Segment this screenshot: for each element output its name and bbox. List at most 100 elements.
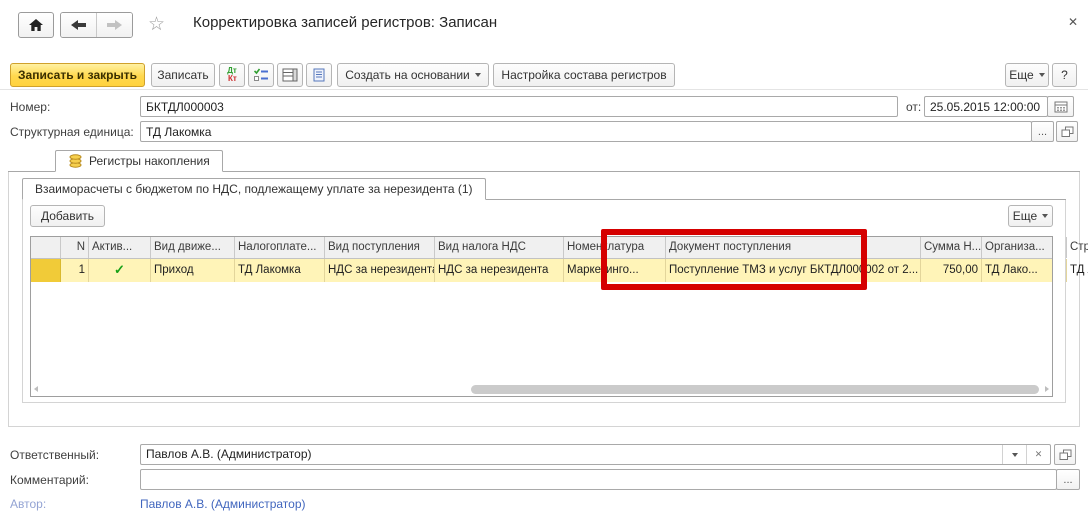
- structural-unit-choose-button[interactable]: ...: [1031, 121, 1054, 142]
- save-label: Записать: [157, 68, 208, 82]
- register-records-table: N Актив... Вид движе... Налогоплате... В…: [30, 236, 1053, 397]
- table-empty-area: [31, 282, 1052, 383]
- add-row-label: Добавить: [41, 209, 94, 223]
- register-composition-button[interactable]: Настройка состава регистров: [493, 63, 675, 87]
- checklist-icon: [253, 68, 269, 82]
- save-and-close-label: Записать и закрыть: [18, 68, 137, 82]
- coins-icon: [68, 154, 83, 168]
- dropdown-arrow-icon: [1042, 214, 1048, 218]
- list-settings-button[interactable]: [277, 63, 303, 87]
- row-marker-cell: [31, 259, 61, 282]
- number-label: Номер:: [10, 100, 50, 114]
- col-n[interactable]: N: [61, 237, 89, 258]
- responsible-clear-button[interactable]: ✕: [1026, 445, 1050, 464]
- back-arrow-icon: [71, 20, 86, 30]
- scroll-left-icon[interactable]: [34, 386, 38, 392]
- document-info-button[interactable]: [306, 63, 332, 87]
- cell-organization[interactable]: ТД Лако...: [982, 259, 1067, 282]
- col-movement-type[interactable]: Вид движе...: [151, 237, 235, 258]
- responsible-open-button[interactable]: [1054, 444, 1076, 465]
- dropdown-arrow-icon: [1039, 73, 1045, 77]
- scroll-right-icon[interactable]: [1045, 386, 1049, 392]
- help-label: ?: [1061, 68, 1068, 82]
- open-form-icon: [1061, 126, 1074, 138]
- dropdown-arrow-icon: [475, 73, 481, 77]
- document-icon: [313, 68, 325, 82]
- col-receipt-document[interactable]: Документ поступления: [666, 237, 921, 258]
- tab-vat-settlements[interactable]: Взаиморасчеты с бюджетом по НДС, подлежа…: [22, 178, 486, 200]
- home-icon: [28, 18, 44, 32]
- calendar-icon: [1054, 100, 1068, 113]
- tab-accumulation-registers-label: Регистры накопления: [89, 154, 210, 168]
- col-vat-type[interactable]: Вид налога НДС: [435, 237, 564, 258]
- open-form-icon: [1059, 449, 1072, 461]
- author-label: Автор:: [10, 497, 46, 511]
- table-header-row: N Актив... Вид движе... Налогоплате... В…: [31, 237, 1052, 259]
- favorite-star-icon[interactable]: ☆: [148, 15, 165, 34]
- cell-nomenclature[interactable]: Маркетинго...: [564, 259, 666, 282]
- date-label: от:: [906, 100, 921, 114]
- cell-active-check-icon[interactable]: ✓: [89, 259, 151, 282]
- list-icon: [282, 68, 298, 82]
- calendar-button[interactable]: [1047, 96, 1074, 117]
- toolbar-separator: [0, 89, 1088, 90]
- more-label: Еще: [1009, 68, 1033, 82]
- help-button[interactable]: ?: [1052, 63, 1077, 87]
- grid-more-label: Еще: [1013, 209, 1037, 223]
- date-input[interactable]: [924, 96, 1048, 117]
- col-nomenclature[interactable]: Номенклатура: [564, 237, 666, 258]
- col-amount[interactable]: Сумма Н...: [921, 237, 982, 258]
- comment-more-button[interactable]: ...: [1056, 469, 1080, 490]
- register-composition-label: Настройка состава регистров: [501, 68, 666, 82]
- grid-more-button[interactable]: Еще: [1008, 205, 1053, 227]
- structural-unit-label: Структурная единица:: [10, 125, 134, 139]
- cell-receipt-type[interactable]: НДС за нерезидента: [325, 259, 435, 282]
- cell-n[interactable]: 1: [61, 259, 89, 282]
- cell-vat-type[interactable]: НДС за нерезидента: [435, 259, 564, 282]
- register-records-adjustment-window: { "header": { "title": "Корректировка за…: [0, 0, 1088, 516]
- responsible-dropdown-button[interactable]: [1002, 445, 1026, 464]
- col-receipt-type[interactable]: Вид поступления: [325, 237, 435, 258]
- save-button[interactable]: Записать: [151, 63, 215, 87]
- responsible-value: Павлов А.В. (Администратор): [141, 445, 1002, 464]
- comment-label: Комментарий:: [10, 473, 89, 487]
- number-input[interactable]: [140, 96, 898, 117]
- cell-amount[interactable]: 750,00: [921, 259, 982, 282]
- create-based-on-label: Создать на основании: [345, 68, 470, 82]
- col-structural-unit[interactable]: Структур...: [1067, 237, 1088, 258]
- col-taxpayer[interactable]: Налогоплате...: [235, 237, 325, 258]
- tab-accumulation-registers[interactable]: Регистры накопления: [55, 150, 223, 172]
- save-and-close-button[interactable]: Записать и закрыть: [10, 63, 145, 87]
- author-link[interactable]: Павлов А.В. (Администратор): [140, 497, 306, 511]
- horizontal-scrollbar-thumb[interactable]: [471, 385, 1039, 394]
- close-icon[interactable]: ✕: [1068, 15, 1078, 29]
- structural-unit-input[interactable]: [140, 121, 1032, 142]
- structural-unit-open-button[interactable]: [1056, 121, 1078, 142]
- dropdown-arrow-icon: [1012, 453, 1018, 457]
- add-row-button[interactable]: Добавить: [30, 205, 105, 227]
- comment-input[interactable]: [140, 469, 1057, 490]
- col-active[interactable]: Актив...: [89, 237, 151, 258]
- cell-receipt-document[interactable]: Поступление ТМЗ и услуг БКТДЛ000002 от 2…: [666, 259, 921, 282]
- dt-kt-icon: Дт Кт: [227, 67, 237, 83]
- table-row[interactable]: 1 ✓ Приход ТД Лакомка НДС за нерезидента…: [31, 259, 1052, 282]
- cell-structural-unit[interactable]: ТД Лако...: [1067, 259, 1088, 282]
- forward-arrow-icon: [107, 20, 122, 30]
- horizontal-scrollbar[interactable]: [31, 383, 1052, 396]
- tab-vat-settlements-label: Взаиморасчеты с бюджетом по НДС, подлежа…: [35, 182, 473, 196]
- history-nav-group: [60, 12, 133, 38]
- page-title: Корректировка записей регистров: Записан: [193, 14, 497, 31]
- cell-taxpayer[interactable]: ТД Лакомка: [235, 259, 325, 282]
- responsible-field[interactable]: Павлов А.В. (Администратор) ✕: [140, 444, 1051, 465]
- home-button[interactable]: [18, 12, 54, 38]
- back-button[interactable]: [61, 13, 96, 37]
- dt-kt-postings-button[interactable]: Дт Кт: [219, 63, 245, 87]
- more-button[interactable]: Еще: [1005, 63, 1049, 87]
- col-organization[interactable]: Организа...: [982, 237, 1067, 258]
- create-based-on-button[interactable]: Создать на основании: [337, 63, 489, 87]
- responsible-label: Ответственный:: [10, 448, 99, 462]
- cell-movement-type[interactable]: Приход: [151, 259, 235, 282]
- col-marker[interactable]: [31, 237, 61, 258]
- record-set-flags-button[interactable]: [248, 63, 274, 87]
- forward-button[interactable]: [96, 13, 132, 37]
